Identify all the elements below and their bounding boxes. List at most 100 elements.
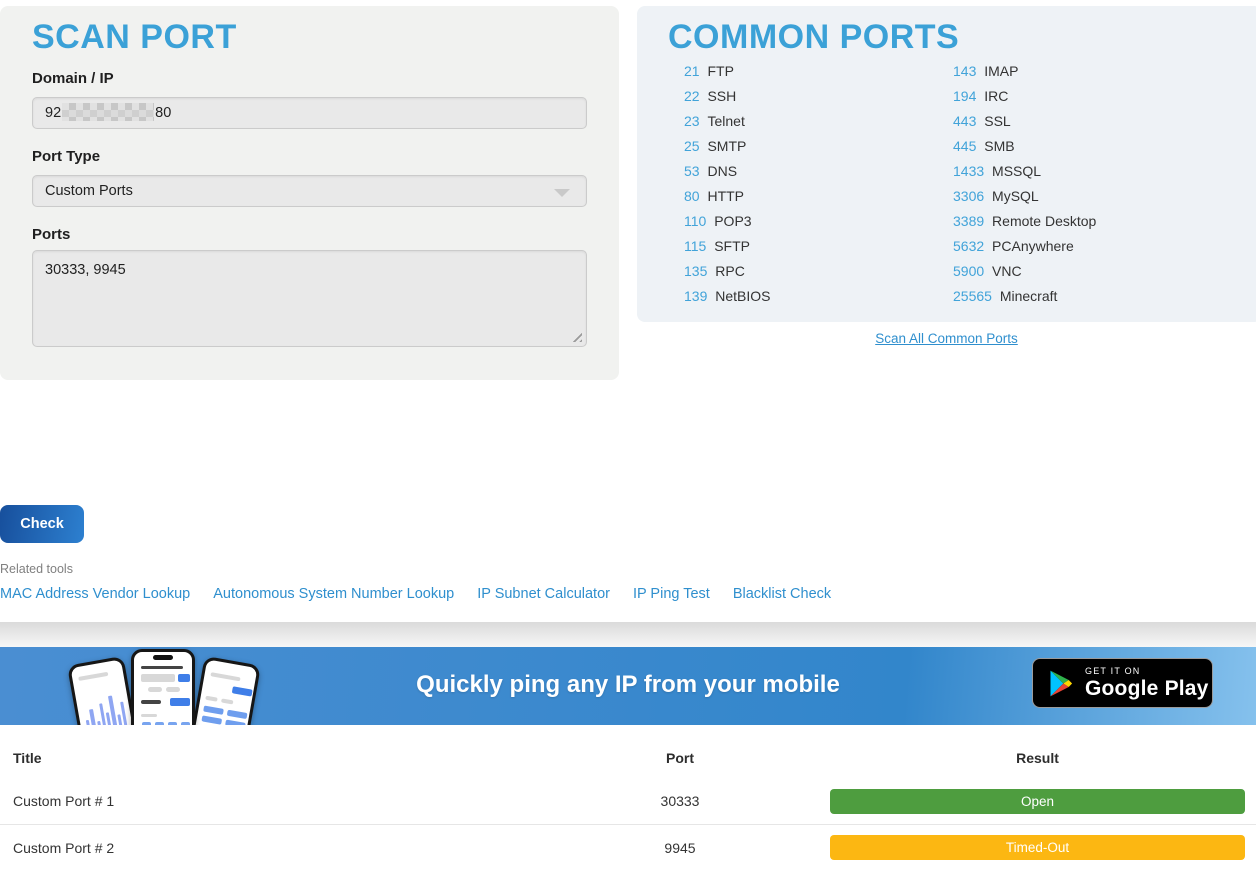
google-play-badge-text: GET IT ON Google Play <box>1085 666 1209 701</box>
header-title: Title <box>0 750 560 766</box>
phone-chart-graphic <box>82 690 128 725</box>
common-ports-title: COMMON PORTS <box>668 18 959 57</box>
common-port-name: RPC <box>715 263 745 279</box>
common-port-name: MySQL <box>992 188 1039 204</box>
google-play-label: Google Play <box>1085 677 1209 701</box>
mobile-app-phones-image <box>78 649 250 725</box>
common-port-number[interactable]: 80 <box>684 188 700 204</box>
common-port-number[interactable]: 25 <box>684 138 700 154</box>
common-port-number[interactable]: 23 <box>684 113 700 129</box>
ports-value: 30333, 9945 <box>45 262 126 278</box>
common-port-name: POP3 <box>714 213 751 229</box>
ports-textarea[interactable]: 30333, 9945 <box>32 250 587 347</box>
related-tool-link[interactable]: Blacklist Check <box>733 586 831 602</box>
common-port-number[interactable]: 194 <box>953 88 976 104</box>
google-play-icon <box>1047 668 1075 699</box>
common-port-number[interactable]: 3306 <box>953 188 984 204</box>
domain-ip-value-suffix: 80 <box>155 105 171 121</box>
common-port-number[interactable]: 22 <box>684 88 700 104</box>
common-port-name: DNS <box>707 163 737 179</box>
common-port-number[interactable]: 110 <box>684 213 706 229</box>
common-port-name: SSL <box>984 113 1010 129</box>
domain-ip-redacted-segment <box>62 103 154 121</box>
result-row: Custom Port # 1 30333 Open <box>0 778 1256 824</box>
related-tool-link[interactable]: Autonomous System Number Lookup <box>213 586 454 602</box>
common-port-number[interactable]: 3389 <box>953 213 984 229</box>
common-port-item: 1433 MSSQL <box>953 163 1096 188</box>
common-port-name: PCAnywhere <box>992 238 1074 254</box>
common-port-name: VNC <box>992 263 1022 279</box>
common-port-number[interactable]: 5900 <box>953 263 984 279</box>
common-ports-column-2: 143 IMAP 194 IRC 443 SSL 445 SMB 1433 MS… <box>953 63 1096 313</box>
common-port-number[interactable]: 1433 <box>953 163 984 179</box>
phone-mockup-center <box>131 649 195 725</box>
common-port-item: 23 Telnet <box>684 113 771 138</box>
resize-grip-icon[interactable] <box>569 329 582 342</box>
related-tool-link[interactable]: IP Ping Test <box>633 586 710 602</box>
result-cell: Timed-Out <box>830 835 1245 860</box>
ports-label: Ports <box>32 226 70 243</box>
common-port-item: 443 SSL <box>953 113 1096 138</box>
common-port-number[interactable]: 445 <box>953 138 976 154</box>
port-type-label: Port Type <box>32 148 100 165</box>
status-badge: Open <box>830 789 1245 814</box>
common-port-item: 3306 MySQL <box>953 188 1096 213</box>
get-it-on-label: GET IT ON <box>1085 666 1209 676</box>
common-port-item: 25565 Minecraft <box>953 288 1096 313</box>
common-port-number[interactable]: 139 <box>684 288 707 304</box>
common-port-item: 143 IMAP <box>953 63 1096 88</box>
common-port-name: FTP <box>707 63 733 79</box>
scan-port-panel: SCAN PORT Domain / IP 9280 Port Type Cus… <box>0 6 619 380</box>
port-type-select[interactable]: Custom Ports <box>32 175 587 207</box>
common-port-item: 5900 VNC <box>953 263 1096 288</box>
common-port-item: 445 SMB <box>953 138 1096 163</box>
common-port-number[interactable]: 5632 <box>953 238 984 254</box>
common-port-item: 80 HTTP <box>684 188 771 213</box>
common-port-item: 21 FTP <box>684 63 771 88</box>
common-port-name: SFTP <box>714 238 750 254</box>
common-port-number[interactable]: 21 <box>684 63 700 79</box>
common-port-name: IMAP <box>984 63 1018 79</box>
header-result: Result <box>830 750 1245 766</box>
common-port-number[interactable]: 143 <box>953 63 976 79</box>
scan-all-common-ports-link[interactable]: Scan All Common Ports <box>875 331 1018 346</box>
chevron-down-icon <box>554 189 570 197</box>
domain-ip-input[interactable]: 9280 <box>32 97 587 129</box>
mobile-app-promo-banner: Quickly ping any IP from your mobile GET… <box>0 647 1256 725</box>
common-port-number[interactable]: 443 <box>953 113 976 129</box>
common-port-number[interactable]: 135 <box>684 263 707 279</box>
common-port-item: 194 IRC <box>953 88 1096 113</box>
check-button[interactable]: Check <box>0 505 84 543</box>
section-divider-band <box>0 622 1256 647</box>
common-port-number[interactable]: 115 <box>684 238 706 254</box>
common-port-item: 5632 PCAnywhere <box>953 238 1096 263</box>
common-port-name: Remote Desktop <box>992 213 1096 229</box>
common-port-name: NetBIOS <box>715 288 770 304</box>
result-title-cell: Custom Port # 1 <box>0 793 560 809</box>
common-port-item: 53 DNS <box>684 163 771 188</box>
common-port-item: 139 NetBIOS <box>684 288 771 313</box>
result-title-cell: Custom Port # 2 <box>0 840 560 856</box>
common-port-item: 115 SFTP <box>684 238 771 263</box>
common-port-name: MSSQL <box>992 163 1041 179</box>
common-port-name: Minecraft <box>1000 288 1058 304</box>
common-port-name: IRC <box>984 88 1008 104</box>
common-port-number[interactable]: 25565 <box>953 288 992 304</box>
common-port-item: 25 SMTP <box>684 138 771 163</box>
result-row: Custom Port # 2 9945 Timed-Out <box>0 824 1256 870</box>
related-tool-link[interactable]: IP Subnet Calculator <box>477 586 610 602</box>
google-play-badge[interactable]: GET IT ON Google Play <box>1032 658 1213 708</box>
related-tool-link[interactable]: MAC Address Vendor Lookup <box>0 586 190 602</box>
scan-port-title: SCAN PORT <box>32 18 237 57</box>
result-port-cell: 30333 <box>560 793 800 809</box>
common-port-item: 22 SSH <box>684 88 771 113</box>
common-port-item: 3389 Remote Desktop <box>953 213 1096 238</box>
status-badge: Timed-Out <box>830 835 1245 860</box>
results-header-row: Title Port Result <box>0 738 1256 778</box>
header-port: Port <box>560 750 800 766</box>
result-port-cell: 9945 <box>560 840 800 856</box>
common-ports-panel: COMMON PORTS 21 FTP 22 SSH 23 Telnet 25 … <box>637 6 1256 322</box>
common-port-name: SMTP <box>707 138 746 154</box>
common-port-number[interactable]: 53 <box>684 163 700 179</box>
results-rows: Custom Port # 1 30333 Open Custom Port #… <box>0 778 1256 870</box>
